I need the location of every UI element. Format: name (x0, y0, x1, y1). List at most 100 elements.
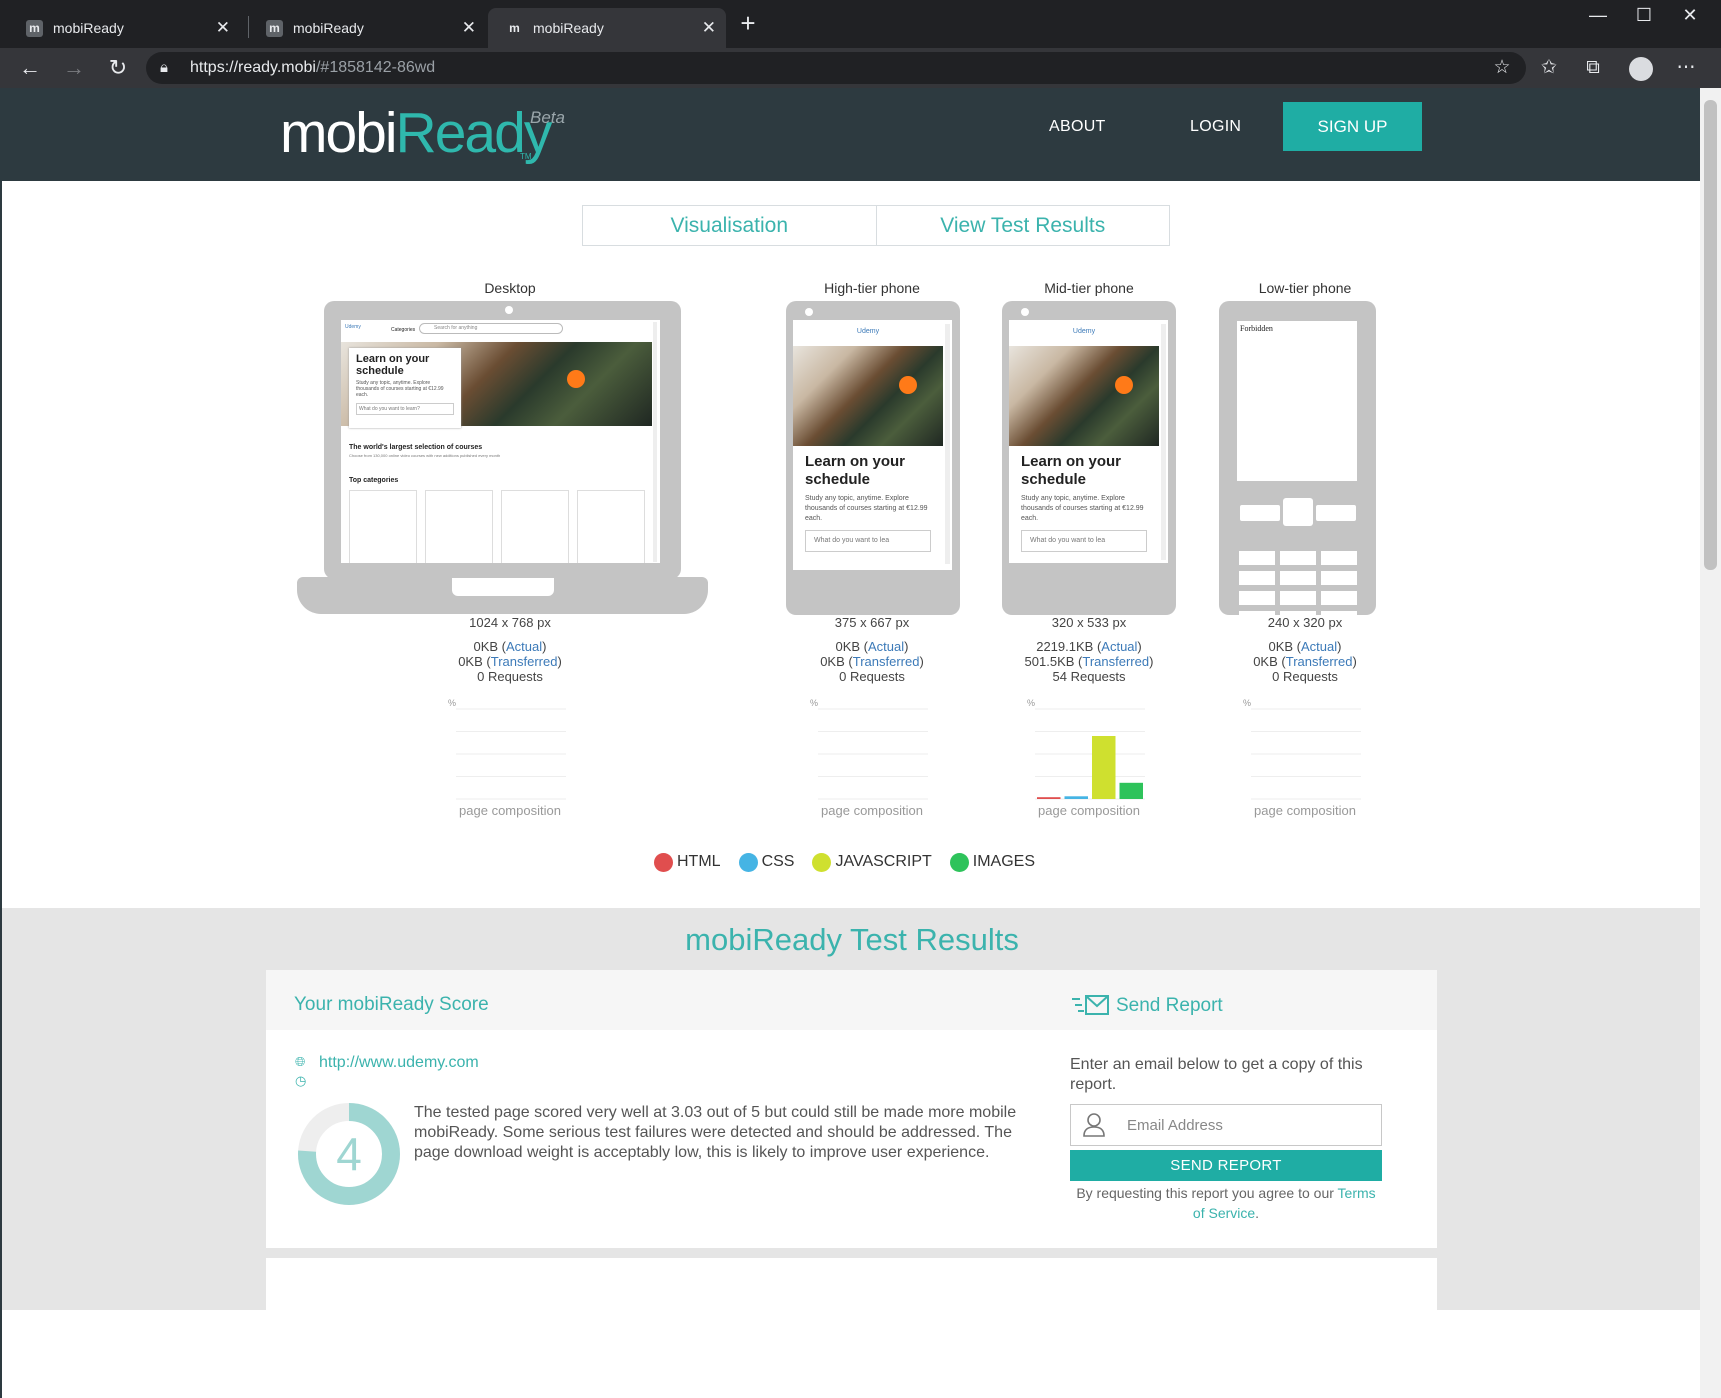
maximize-icon[interactable]: ☐ (1621, 0, 1667, 34)
transferred-link[interactable]: Transferred (491, 654, 558, 669)
tab-view-test-results[interactable]: View Test Results (875, 206, 1170, 245)
url-host: https://ready.mobi (190, 59, 316, 76)
stat-requests: 54 Requests (1052, 669, 1126, 684)
desktop-screen: Udemy Categories Search for anything Lea… (341, 320, 660, 563)
forward-arrow-icon[interactable]: → (56, 48, 92, 88)
preview-scrollbar (945, 324, 950, 564)
preview-top-categories: Top categories (349, 477, 399, 484)
preview-hero-sub: Study any topic, anytime. Explore thousa… (356, 380, 444, 398)
stat-actual: 0KB (Actual) (473, 639, 547, 654)
close-window-icon[interactable]: ✕ (1667, 0, 1713, 34)
mobiready-logo[interactable]: mobiReady (280, 98, 552, 168)
device-label-low-tier: Low-tier phone (1258, 280, 1352, 296)
composition-bar-images (1119, 782, 1143, 799)
stat-actual: 0KB (Actual) (1268, 639, 1342, 654)
browser-tab-active[interactable]: m mobiReady ✕ (488, 8, 726, 48)
browser-tab[interactable]: m mobiReady ✕ (8, 8, 240, 48)
tab-title: mobiReady (533, 20, 604, 36)
score-donut: 4 (298, 1103, 400, 1205)
browser-tab[interactable]: m mobiReady ✕ (248, 8, 486, 48)
stat-requests: 0 Requests (1272, 669, 1338, 684)
composition-chart-low-tier: % (1243, 698, 1361, 800)
terms-prefix: By requesting this report you agree to o… (1076, 1185, 1334, 1201)
terms-text: By requesting this report you agree to o… (1070, 1183, 1382, 1223)
transferred-link[interactable]: Transferred (1286, 654, 1353, 669)
stat-actual-value: 0KB (473, 639, 499, 654)
legend-item-javascript: JAVASCRIPT (812, 852, 932, 872)
url-path: /#1858142-86wd (315, 59, 436, 76)
legend-label: JAVASCRIPT (835, 853, 932, 870)
send-report-title: Send Report (1116, 995, 1223, 1016)
laptop-trackpad (452, 578, 554, 596)
html-dot-icon (654, 852, 673, 872)
transferred-link[interactable]: Transferred (853, 654, 920, 669)
stat-transferred-value: 0KB (820, 654, 845, 669)
terms-suffix: . (1255, 1205, 1260, 1221)
preview-hero-sub: Study any topic, anytime. Explore thousa… (1021, 495, 1144, 522)
css-dot-icon (738, 852, 758, 872)
send-report-mail-icon (1072, 995, 1109, 1015)
lock-icon[interactable]: 🔒︎ (160, 52, 180, 84)
nav-login[interactable]: LOGIN (1190, 118, 1241, 136)
tab-visualisation[interactable]: Visualisation (583, 206, 876, 245)
actual-link[interactable]: Actual (868, 639, 904, 654)
stat-actual-value: 0KB (835, 639, 861, 654)
high-tier-screen: Udemy Learn on your schedule Study any t… (793, 320, 952, 570)
preview-category-card (349, 490, 417, 563)
composition-bar-html (1037, 797, 1061, 799)
preview-logo: Udemy (1072, 328, 1096, 335)
preview-largest: The world's largest selection of courses (349, 444, 483, 451)
composition-bar-css (1064, 796, 1088, 799)
composition-chart-high-tier: % (810, 698, 928, 800)
scrollbar-thumb[interactable] (1704, 100, 1717, 570)
phone-nav-key (1283, 498, 1313, 526)
tested-site-link[interactable]: http://www.udemy.com (319, 1054, 479, 1072)
composition-bar-javascript (1092, 736, 1116, 799)
stat-actual-value: 2219.1KB (1036, 639, 1094, 654)
preview-hero-input: What do you want to learn? (356, 403, 454, 415)
preview-category-card (577, 490, 645, 563)
globe-icon: 🌐︎ (295, 1054, 306, 1069)
more-menu-icon[interactable]: ⋯ (1666, 48, 1706, 88)
close-icon[interactable]: ✕ (216, 18, 230, 38)
stat-actual: 0KB (Actual) (835, 639, 909, 654)
email-field[interactable] (1127, 1114, 1367, 1136)
actual-link[interactable]: Actual (1301, 639, 1337, 654)
add-favorite-icon[interactable]: ☆ (1482, 48, 1522, 88)
legend-item-html: HTML (654, 852, 721, 872)
minimize-icon[interactable]: — (1575, 0, 1621, 34)
actual-link[interactable]: Actual (506, 639, 542, 654)
back-arrow-icon[interactable]: ← (12, 48, 48, 88)
collections-icon[interactable]: ⧉ (1573, 48, 1613, 88)
legend-item-css: CSS (738, 852, 794, 872)
transferred-link[interactable]: Transferred (1082, 654, 1149, 669)
profile-avatar-icon[interactable] (1629, 57, 1653, 81)
close-icon[interactable]: ✕ (462, 18, 476, 38)
stat-transferred: 0KB (Transferred) (820, 654, 924, 669)
page-composition-label: page composition (459, 803, 561, 818)
reload-icon[interactable]: ↻ (100, 48, 136, 88)
page-viewport: mobiReady TM Beta ABOUT LOGIN SIGN UP Vi… (0, 88, 1700, 1398)
nav-about[interactable]: ABOUT (1049, 118, 1106, 136)
device-label-high-tier: High-tier phone (824, 280, 920, 296)
composition-chart-mid-tier: % (1027, 698, 1145, 800)
send-report-button[interactable]: SEND REPORT (1070, 1150, 1382, 1181)
stat-requests: 0 Requests (839, 669, 905, 684)
signup-button[interactable]: SIGN UP (1283, 102, 1422, 151)
actual-link[interactable]: Actual (1101, 639, 1137, 654)
close-icon[interactable]: ✕ (702, 18, 716, 38)
page-composition-label: page composition (821, 803, 923, 818)
device-label-mid-tier: Mid-tier phone (1044, 280, 1134, 296)
device-label-desktop: Desktop (484, 280, 536, 296)
favorites-icon[interactable]: ✩ (1529, 48, 1569, 88)
score-description: The tested page scored very well at 3.03… (414, 1104, 1017, 1161)
url-text[interactable]: https://ready.mobi/#1858142-86wd (190, 52, 435, 84)
chart-axis-unit: % (810, 698, 818, 708)
preview-hero-card: Learn on your schedule Study any topic, … (349, 348, 461, 428)
stat-transferred: 501.5KB (Transferred) (1024, 654, 1154, 669)
results-title: mobiReady Test Results (685, 922, 1019, 957)
preview-logo: Udemy (856, 328, 880, 335)
new-tab-icon[interactable]: + (733, 9, 763, 39)
stat-transferred-value: 501.5KB (1024, 654, 1075, 669)
phone-camera (805, 308, 813, 316)
